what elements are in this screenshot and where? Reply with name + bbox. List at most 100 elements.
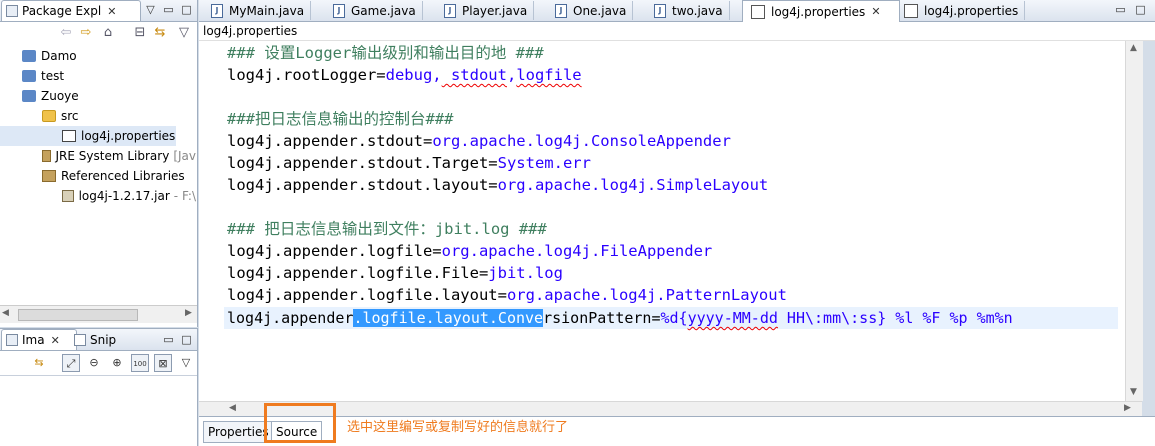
editor-bottom-tabbar xyxy=(199,416,1155,446)
tree-item-label: log4j-1.2.17.jar xyxy=(79,189,170,203)
tree-item-zuoye[interactable]: Zuoye xyxy=(0,86,196,106)
view-menu-icon[interactable]: ▽ xyxy=(176,25,192,41)
close-icon[interactable]: ✕ xyxy=(107,5,116,18)
java-file-icon: J xyxy=(444,4,456,18)
tree-item-label: Referenced Libraries xyxy=(61,169,185,183)
fit-window-icon[interactable]: ⊠ xyxy=(154,354,172,372)
tree-item-log4j-jar[interactable]: log4j-1.2.17.jar - F:\ xyxy=(0,186,196,206)
code-line[interactable]: log4j.rootLogger=debug, stdout,logfile xyxy=(227,64,582,86)
property-value: System.err xyxy=(498,154,591,172)
image-icon xyxy=(6,334,18,346)
zoom-in-icon[interactable]: ⊕ xyxy=(108,354,126,372)
vertical-scrollbar[interactable]: ▲ ▼ xyxy=(1125,41,1143,401)
tree-item-label: test xyxy=(41,69,64,83)
link-icon[interactable]: ⇆ xyxy=(30,354,48,372)
tab-label: Game.java xyxy=(351,4,416,18)
package-explorer-tab[interactable]: Package Expl ✕ xyxy=(1,0,141,21)
zoom-out-icon[interactable]: ⊖ xyxy=(85,354,103,372)
code-line[interactable]: log4j.appender.logfile.layout=org.apache… xyxy=(227,284,787,306)
editor-ruler xyxy=(199,41,224,401)
code-line[interactable]: log4j.appender.stdout.Target=System.err xyxy=(227,152,591,174)
breadcrumb: log4j.properties xyxy=(199,22,1155,41)
tab-label: two.java xyxy=(672,4,723,18)
code-line[interactable]: ### 设置Logger输出级别和输出目的地 ### xyxy=(227,42,544,64)
scrollbar-thumb[interactable] xyxy=(18,309,138,321)
tree-item-test[interactable]: test xyxy=(0,66,196,86)
tab-one-java[interactable]: J One.java xyxy=(547,1,633,20)
collapse-all-icon[interactable]: ⊟ xyxy=(132,25,148,41)
maximize-icon[interactable]: □ xyxy=(1134,3,1147,16)
tab-ima[interactable]: Ima ✕ xyxy=(1,329,77,350)
tree-item-log4j-properties[interactable]: log4j.properties xyxy=(0,126,176,146)
tab-snip[interactable]: Snip xyxy=(74,331,116,349)
annotation-highlight-box xyxy=(264,403,336,443)
tab-log4j-properties[interactable]: log4j.properties xyxy=(896,1,1025,20)
fit-image-icon[interactable]: ⤢ xyxy=(62,354,80,372)
code-line[interactable]: log4j.appender.stdout=org.apache.log4j.C… xyxy=(227,130,731,152)
tree-item-suffix: [Jav xyxy=(173,149,196,163)
project-icon xyxy=(22,70,36,82)
code-line[interactable]: log4j.appender.stdout.layout=org.apache.… xyxy=(227,174,768,196)
actual-size-icon[interactable]: 100 xyxy=(131,354,149,372)
scroll-up-icon[interactable]: ▲ xyxy=(1130,43,1137,53)
code-line[interactable]: log4j.appender.logfile.File=jbit.log xyxy=(227,262,563,284)
tab-mymain-java[interactable]: J MyMain.java xyxy=(203,1,311,20)
property-key: log4j.appender.stdout.Target= xyxy=(227,154,498,172)
maximize-icon[interactable]: □ xyxy=(180,333,193,346)
property-value: yyyy-MM-dd xyxy=(688,309,778,327)
property-value: org.apache.log4j.ConsoleAppender xyxy=(432,132,731,150)
property-key: log4j.rootLogger= xyxy=(227,66,386,84)
property-key: log4j.appender.logfile.layout= xyxy=(227,286,507,304)
up-icon[interactable]: ⌂ xyxy=(100,25,116,41)
forward-icon[interactable]: ⇨ xyxy=(78,25,94,41)
close-icon[interactable]: ✕ xyxy=(51,334,60,347)
scroll-left-icon[interactable]: ◀ xyxy=(229,403,236,413)
tab-player-java[interactable]: J Player.java xyxy=(436,1,534,20)
property-key: log4j.appender.stdout= xyxy=(227,132,432,150)
maximize-icon[interactable]: □ xyxy=(180,3,193,16)
back-icon[interactable]: ⇦ xyxy=(58,25,74,41)
horizontal-scrollbar[interactable]: ◀ ▶ xyxy=(0,305,197,323)
tree-item-jre-system-library[interactable]: JRE System Library [Jav xyxy=(0,146,196,166)
scroll-right-icon[interactable]: ▶ xyxy=(1124,403,1131,413)
project-icon xyxy=(22,90,36,102)
property-value: debug, xyxy=(386,66,442,84)
tab-label: log4j.properties xyxy=(771,5,865,19)
comment-text: ### 把日志信息输出到文件：jbit.log ### xyxy=(227,220,547,238)
tab-two-java[interactable]: J two.java xyxy=(646,1,730,20)
code-line[interactable]: ###把日志信息输出的控制台### xyxy=(227,108,454,130)
link-with-editor-icon[interactable]: ⇆ xyxy=(152,25,168,41)
property-value: org.apache.log4j.PatternLayout xyxy=(507,286,787,304)
package-folder-icon xyxy=(42,110,56,122)
java-file-icon: J xyxy=(654,4,666,18)
code-line-current[interactable]: log4j.appender.logfile.layout.Conversion… xyxy=(227,307,1013,329)
code-line[interactable]: ### 把日志信息输出到文件：jbit.log ### xyxy=(227,218,547,240)
tree-item-label: src xyxy=(61,109,79,123)
tree-item-src[interactable]: src xyxy=(0,106,196,126)
tab-log4j-properties-active[interactable]: log4j.properties ✕ xyxy=(742,0,900,22)
minimize-icon[interactable]: ▭ xyxy=(1114,3,1127,16)
view-menu-icon[interactable]: ▽ xyxy=(144,3,157,16)
tree-item-damo[interactable]: Damo xyxy=(0,46,196,66)
horizontal-scrollbar[interactable]: ◀ ▶ xyxy=(199,401,1142,417)
close-icon[interactable]: ✕ xyxy=(871,5,880,18)
project-icon xyxy=(22,50,36,62)
property-key: log4j.appender.logfile= xyxy=(227,242,442,260)
view-menu-icon[interactable]: ▽ xyxy=(177,354,195,372)
scroll-right-icon[interactable]: ▶ xyxy=(185,308,192,318)
tree-item-label: Zuoye xyxy=(41,89,79,103)
tab-label: log4j.properties xyxy=(924,4,1018,18)
minimize-icon[interactable]: ▭ xyxy=(162,3,175,16)
package-explorer-tab-label: Package Expl xyxy=(22,4,101,18)
tab-game-java[interactable]: J Game.java xyxy=(325,1,423,20)
toolbar-divider xyxy=(0,375,197,376)
scroll-down-icon[interactable]: ▼ xyxy=(1130,387,1137,397)
scroll-left-icon[interactable]: ◀ xyxy=(2,308,9,318)
minimize-icon[interactable]: ▭ xyxy=(162,333,175,346)
comment-text: ### 设置Logger输出级别和输出目的地 ### xyxy=(227,44,544,62)
code-line[interactable]: log4j.appender.logfile=org.apache.log4j.… xyxy=(227,240,712,262)
property-value: stdout xyxy=(442,66,507,84)
snippet-icon xyxy=(74,334,86,346)
tree-item-referenced-libraries[interactable]: Referenced Libraries xyxy=(0,166,196,186)
comment-text: ###把日志信息输出的控制台### xyxy=(227,110,454,128)
